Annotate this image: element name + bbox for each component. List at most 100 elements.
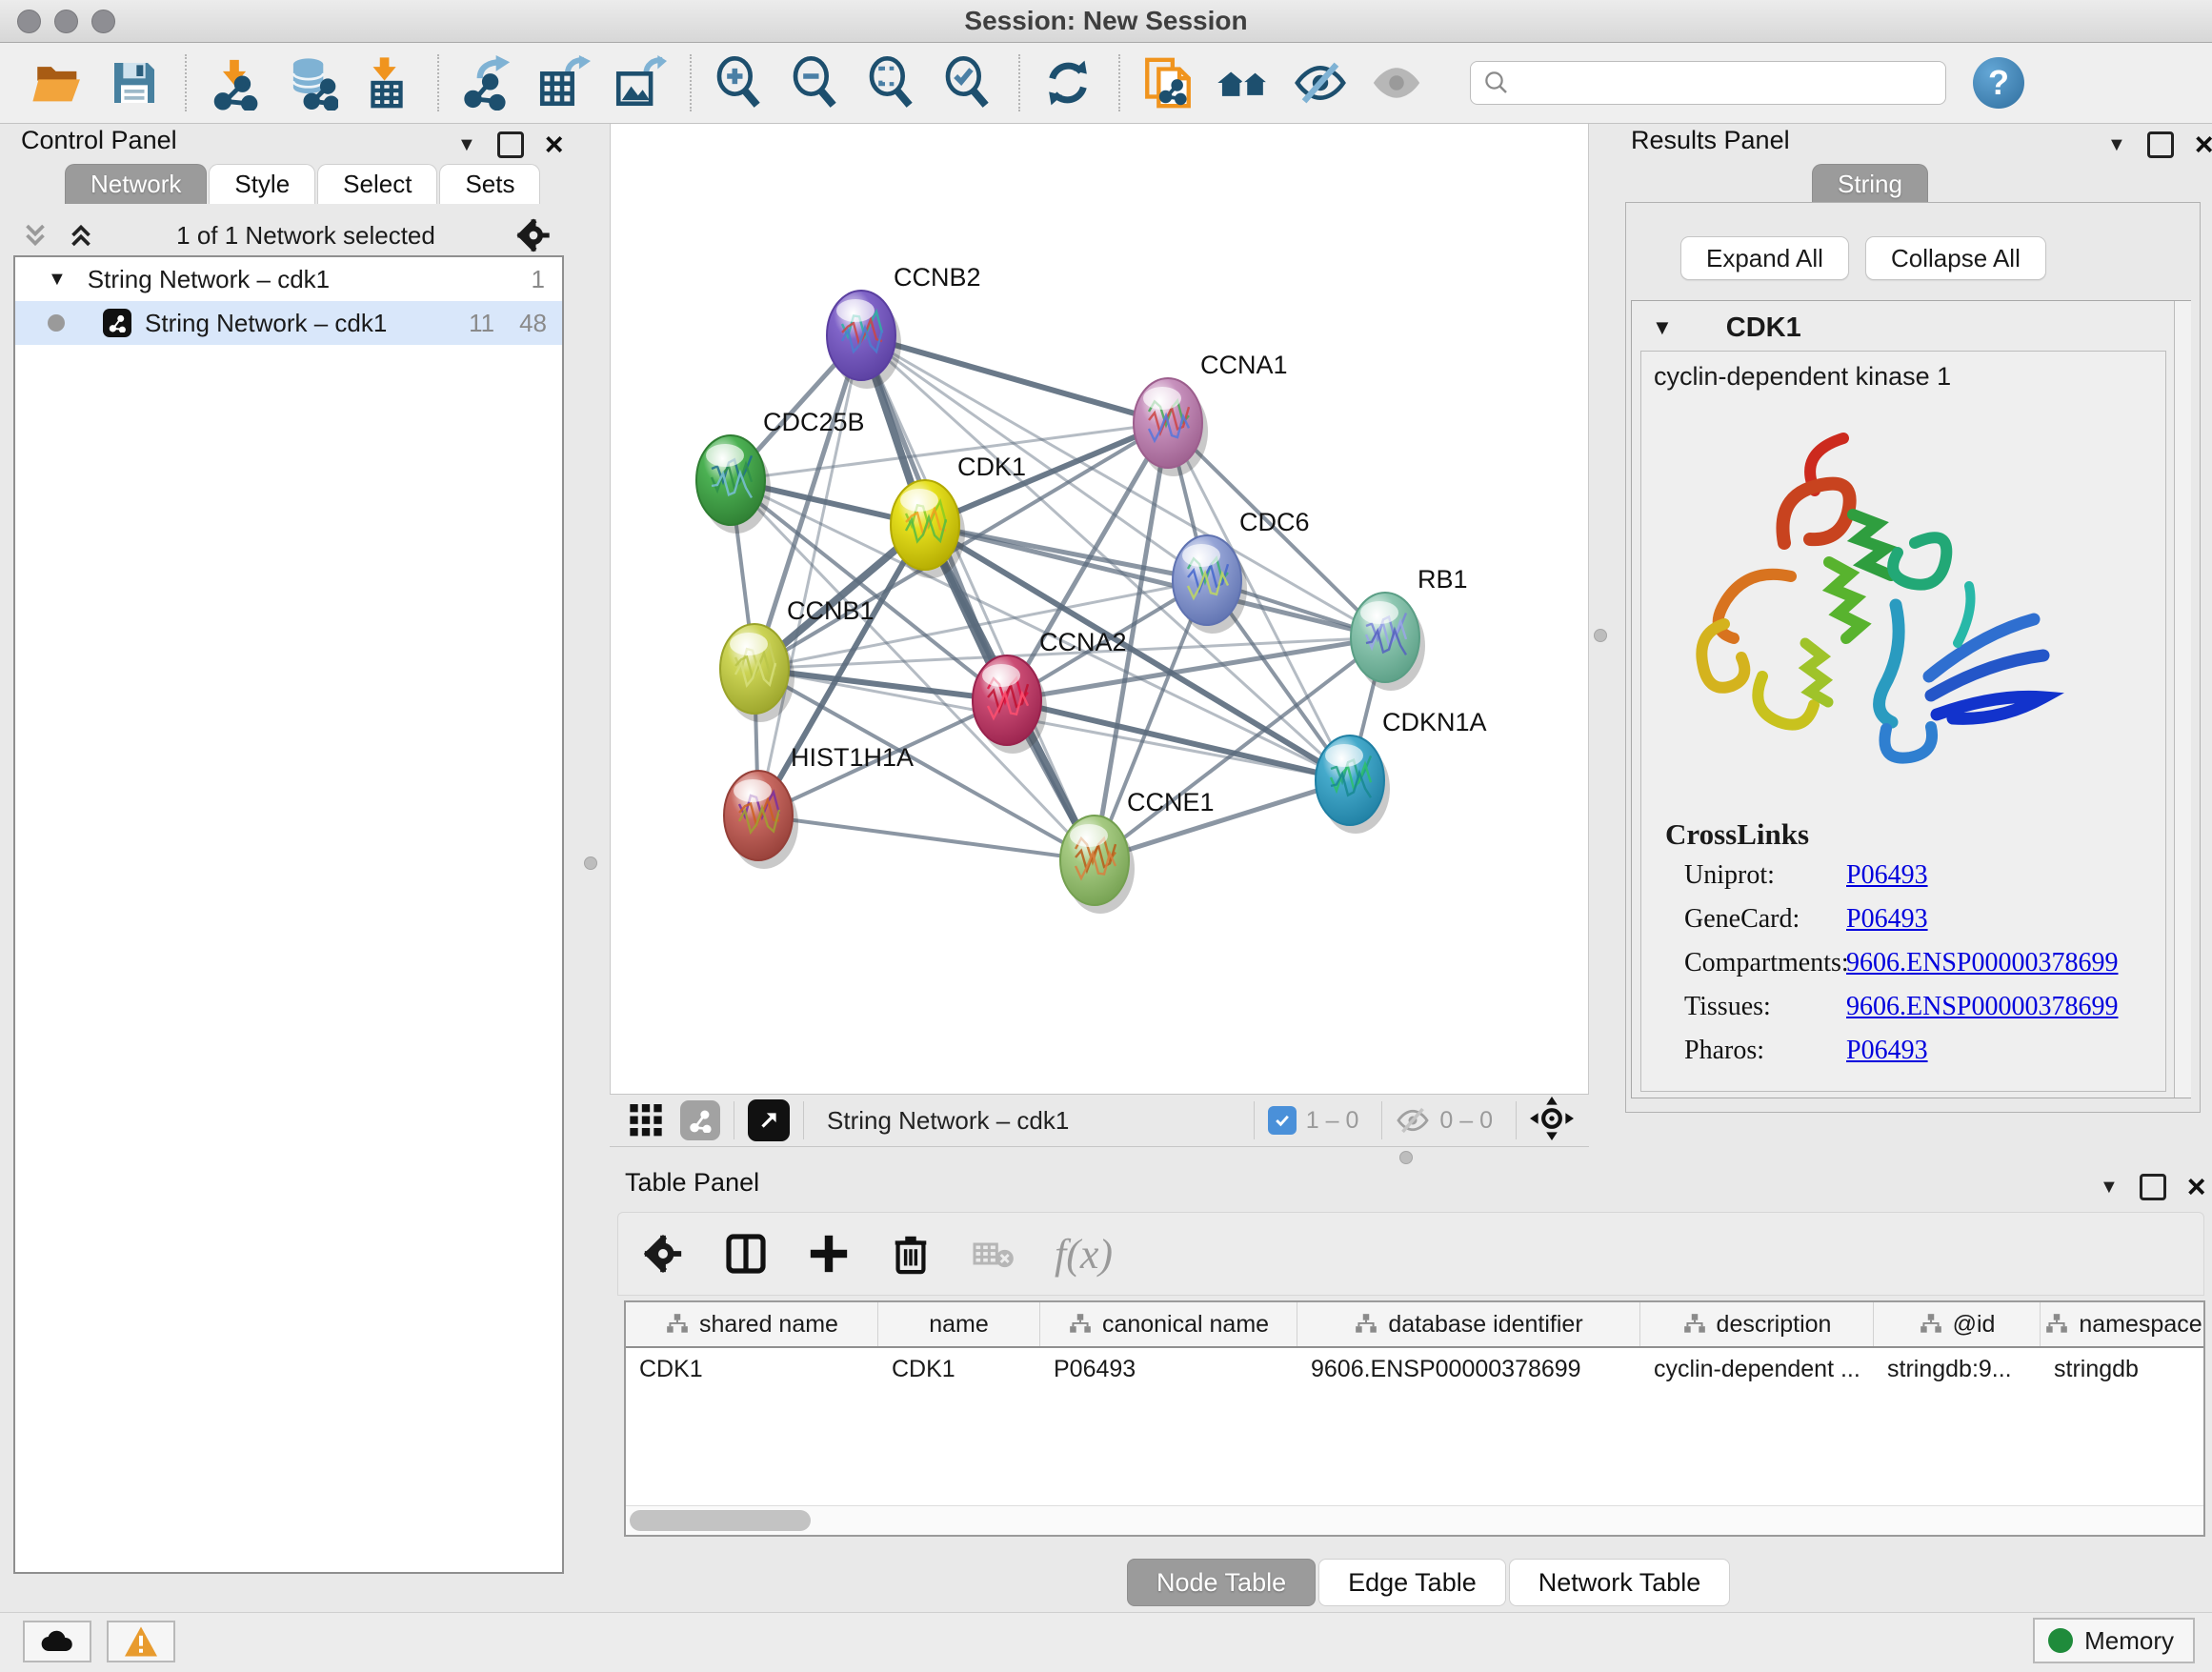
column-header-canonical-name[interactable]: canonical name: [1040, 1302, 1297, 1346]
network-canvas[interactable]: CCNB2CCNA1CDC25BCDK1CDC6RB1CCNB1CCNA2CDK…: [610, 124, 1589, 1094]
save-session-button[interactable]: [103, 53, 166, 112]
toolbar-search-box[interactable]: [1470, 61, 1946, 105]
panel-menu-caret-icon[interactable]: ▼: [457, 134, 476, 156]
import-network-database-button[interactable]: [279, 53, 342, 112]
scrollbar-thumb[interactable]: [630, 1510, 811, 1531]
window-minimize-button[interactable]: [54, 10, 78, 33]
panel-float-icon[interactable]: [2140, 1174, 2166, 1200]
network-edge[interactable]: [861, 335, 1095, 860]
panel-menu-caret-icon[interactable]: ▼: [2107, 134, 2126, 156]
collapse-all-button[interactable]: Collapse All: [1865, 236, 2046, 280]
refresh-button[interactable]: [1036, 53, 1099, 112]
crosslink-link[interactable]: P06493: [1846, 904, 1928, 935]
table-cell[interactable]: P06493: [1040, 1356, 1297, 1383]
left-splitter-handle[interactable]: [584, 856, 597, 870]
tab-sets[interactable]: Sets: [439, 164, 540, 204]
column-header-namespace[interactable]: namespace: [2041, 1302, 2205, 1346]
tab-string[interactable]: String: [1812, 164, 1928, 204]
selected-checkbox-icon[interactable]: [1268, 1106, 1297, 1135]
crosslink-link[interactable]: P06493: [1846, 1036, 1928, 1066]
network-node-ccnb1[interactable]: [720, 624, 794, 722]
results-scrollbar[interactable]: [2174, 301, 2191, 1098]
add-column-plus-icon[interactable]: [807, 1232, 851, 1276]
help-button[interactable]: ?: [1973, 57, 2024, 109]
column-header--id[interactable]: @id: [1874, 1302, 2041, 1346]
delete-column-trash-icon[interactable]: [889, 1232, 933, 1276]
tab-network-table[interactable]: Network Table: [1509, 1559, 1731, 1606]
network-edge[interactable]: [758, 816, 1095, 860]
network-graph[interactable]: CCNB2CCNA1CDC25BCDK1CDC6RB1CCNB1CCNA2CDK…: [611, 124, 1588, 1092]
crosslink-link[interactable]: P06493: [1846, 860, 1928, 891]
import-network-file-button[interactable]: [203, 53, 266, 112]
collection-expand-caret-icon[interactable]: ▼: [48, 269, 67, 291]
table-cell[interactable]: stringdb: [2041, 1356, 2205, 1383]
show-all-button[interactable]: [1365, 53, 1428, 112]
export-table-button[interactable]: [532, 53, 594, 112]
table-cell[interactable]: stringdb:9...: [1874, 1356, 2041, 1383]
zoom-in-button[interactable]: [708, 53, 771, 112]
gene-collapse-caret-icon[interactable]: ▼: [1652, 315, 1673, 340]
table-options-gear-icon[interactable]: [641, 1232, 685, 1276]
table-cell[interactable]: CDK1: [626, 1356, 878, 1383]
tab-style[interactable]: Style: [209, 164, 315, 204]
network-node-ccne1[interactable]: [1060, 816, 1135, 914]
birdseye-navigator-button[interactable]: [1530, 1097, 1574, 1145]
open-in-new-window-button[interactable]: [748, 1099, 790, 1141]
network-edge[interactable]: [1007, 700, 1350, 780]
tab-select[interactable]: Select: [317, 164, 437, 204]
cloud-status-button[interactable]: [23, 1621, 91, 1662]
zoom-out-button[interactable]: [784, 53, 847, 112]
table-cell[interactable]: 9606.ENSP00000378699: [1297, 1356, 1640, 1383]
network-node-ccnb2[interactable]: [827, 291, 901, 389]
column-header-shared-name[interactable]: shared name: [626, 1302, 878, 1346]
crosslink-link[interactable]: 9606.ENSP00000378699: [1846, 992, 2118, 1022]
expand-all-chevrons-icon[interactable]: [65, 219, 97, 252]
network-row-selected[interactable]: String Network – cdk1 11 48: [15, 301, 562, 345]
export-network-button[interactable]: [455, 53, 518, 112]
open-session-button[interactable]: [27, 53, 90, 112]
right-splitter-handle[interactable]: [1594, 629, 1607, 642]
column-header-description[interactable]: description: [1640, 1302, 1874, 1346]
panel-close-icon[interactable]: ×: [2187, 1177, 2206, 1198]
collapse-all-chevrons-icon[interactable]: [19, 219, 51, 252]
zoom-fit-button[interactable]: [860, 53, 923, 112]
table-cell[interactable]: cyclin-dependent ...: [1640, 1356, 1874, 1383]
panel-float-icon[interactable]: [2147, 131, 2174, 158]
network-view-share-button[interactable]: [680, 1100, 720, 1140]
panel-close-icon[interactable]: ×: [545, 134, 564, 155]
export-image-button[interactable]: [608, 53, 671, 112]
hide-selected-button[interactable]: [1289, 53, 1352, 112]
network-edge[interactable]: [861, 335, 1168, 423]
table-cell[interactable]: CDK1: [878, 1356, 1040, 1383]
node-table[interactable]: shared namenamecanonical namedatabase id…: [624, 1300, 2205, 1537]
window-zoom-button[interactable]: [91, 10, 115, 33]
horizontal-splitter-handle[interactable]: [1399, 1151, 1413, 1164]
network-node-hist1h1a[interactable]: [724, 771, 798, 869]
import-table-file-button[interactable]: [355, 53, 418, 112]
tab-edge-table[interactable]: Edge Table: [1318, 1559, 1506, 1606]
table-h-scrollbar[interactable]: [626, 1505, 2203, 1535]
column-header-name[interactable]: name: [878, 1302, 1040, 1346]
new-network-from-selection-button[interactable]: [1136, 53, 1199, 112]
panel-float-icon[interactable]: [497, 131, 524, 158]
network-node-ccna2[interactable]: [973, 655, 1047, 754]
window-close-button[interactable]: [17, 10, 41, 33]
grid-view-button[interactable]: [627, 1099, 665, 1142]
table-row[interactable]: CDK1CDK1P064939606.ENSP00000378699cyclin…: [626, 1348, 2203, 1390]
crosslink-link[interactable]: 9606.ENSP00000378699: [1846, 948, 2118, 978]
first-neighbors-button[interactable]: [1213, 53, 1276, 112]
panel-close-icon[interactable]: ×: [2195, 134, 2212, 155]
search-input[interactable]: [1511, 69, 1924, 98]
show-columns-icon[interactable]: [723, 1231, 769, 1277]
expand-all-button[interactable]: Expand All: [1680, 236, 1849, 280]
zoom-selected-button[interactable]: [936, 53, 999, 112]
network-options-gear-icon[interactable]: [514, 216, 553, 254]
column-header-database-identifier[interactable]: database identifier: [1297, 1302, 1640, 1346]
warnings-button[interactable]: [107, 1621, 175, 1662]
tab-network[interactable]: Network: [65, 164, 207, 204]
network-node-cdkn1a[interactable]: [1316, 735, 1390, 834]
network-node-rb1[interactable]: [1351, 593, 1425, 691]
network-collection-row[interactable]: ▼ String Network – cdk1 1: [15, 257, 562, 301]
memory-button[interactable]: Memory: [2033, 1618, 2195, 1663]
gene-header-row[interactable]: ▼ CDK1: [1652, 309, 2157, 347]
